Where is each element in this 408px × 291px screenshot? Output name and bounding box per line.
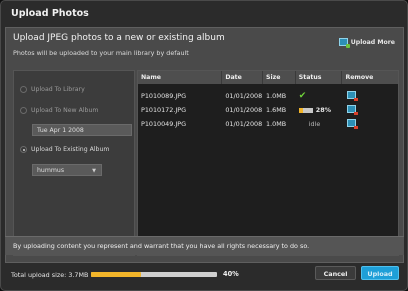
cancel-button[interactable]: Cancel <box>315 266 356 280</box>
column-header-size[interactable]: Size <box>263 71 296 84</box>
new-album-name-field[interactable]: Tue Apr 1 2008 <box>32 124 132 136</box>
option-upload-to-new-album[interactable]: Upload To New Album <box>20 107 98 114</box>
panel-subheading: Photos will be uploaded to your main lib… <box>13 49 189 57</box>
file-size: 1.0MB <box>266 120 287 128</box>
chevron-down-icon: ▼ <box>92 168 96 174</box>
file-progress-text: 28% <box>315 106 332 114</box>
photo-add-icon <box>338 38 350 48</box>
column-header-date[interactable]: Date <box>222 71 264 84</box>
upload-more-button[interactable]: Upload More <box>338 38 395 48</box>
file-date: 01/01/2008 <box>225 92 263 100</box>
file-status-text: idle <box>308 120 321 128</box>
remove-cell <box>342 105 398 115</box>
column-header-remove: Remove <box>345 74 374 81</box>
remove-photo-icon[interactable] <box>347 91 359 101</box>
existing-album-value: hummus <box>37 167 65 174</box>
rights-disclaimer: By uploading content you represent and w… <box>5 236 404 255</box>
file-size: 1.0MB <box>266 92 287 100</box>
total-progress-text: 40% <box>223 270 239 278</box>
remove-cell <box>342 91 398 101</box>
file-date: 01/01/2008 <box>225 106 263 114</box>
radio-upload-to-library[interactable] <box>20 86 27 93</box>
column-header-status[interactable]: Status <box>296 71 343 84</box>
option-upload-to-existing-album[interactable]: Upload To Existing Album <box>20 146 109 153</box>
table-row: P1010049.JPG 01/01/2008 1.0MB idle <box>138 117 398 131</box>
file-status: idle <box>296 120 343 128</box>
file-status: 28% <box>296 106 343 114</box>
file-size: 1.6MB <box>266 106 287 114</box>
upload-queue-table: Name Date Size Status Remove P1010089.JP… <box>137 70 399 256</box>
remove-cell <box>342 119 398 129</box>
panel-heading: Upload JPEG photos to a new or existing … <box>13 33 225 43</box>
file-progress-bar <box>298 107 313 113</box>
option-upload-to-new-album-label: Upload To New Album <box>31 107 99 114</box>
file-name: P1010089.JPG <box>141 92 187 100</box>
table-row: P1010172.JPG 01/01/2008 1.6MB 28% <box>138 103 398 117</box>
option-upload-to-library[interactable]: Upload To Library <box>20 86 85 93</box>
upload-more-label: Upload More <box>350 38 395 46</box>
file-status: ✔ <box>296 91 343 101</box>
dialog-footer: Total upload size: 3.7MB 40% Cancel Uplo… <box>1 263 407 290</box>
total-upload-size: Total upload size: 3.7MB <box>11 271 89 279</box>
file-name: P1010172.JPG <box>141 106 187 114</box>
option-upload-to-library-label: Upload To Library <box>31 86 85 93</box>
file-name: P1010049.JPG <box>141 120 187 128</box>
column-header-name[interactable]: Name <box>138 71 223 84</box>
upload-photos-dialog: Upload Photos Upload JPEG photos to a ne… <box>0 0 408 291</box>
option-upload-to-existing-album-label: Upload To Existing Album <box>31 146 110 153</box>
remove-photo-icon[interactable] <box>347 105 359 115</box>
existing-album-select[interactable]: hummus ▼ <box>32 164 102 176</box>
upload-panel: Upload JPEG photos to a new or existing … <box>5 27 404 263</box>
file-date: 01/01/2008 <box>225 120 263 128</box>
table-row: P1010089.JPG 01/01/2008 1.0MB ✔ <box>138 89 398 103</box>
radio-upload-to-new-album[interactable] <box>20 107 27 114</box>
file-progress-fill <box>298 107 303 113</box>
remove-photo-icon[interactable] <box>347 119 359 129</box>
table-header: Name Date Size Status Remove <box>138 71 398 84</box>
destination-options: Upload To Library Upload To New Album Tu… <box>13 70 135 256</box>
radio-upload-to-existing-album[interactable] <box>20 146 27 153</box>
upload-button[interactable]: Upload <box>361 266 399 280</box>
checkmark-icon: ✔ <box>298 91 307 101</box>
dialog-title: Upload Photos <box>11 8 89 19</box>
total-progress-fill <box>91 272 142 277</box>
total-progress-bar <box>91 272 217 277</box>
